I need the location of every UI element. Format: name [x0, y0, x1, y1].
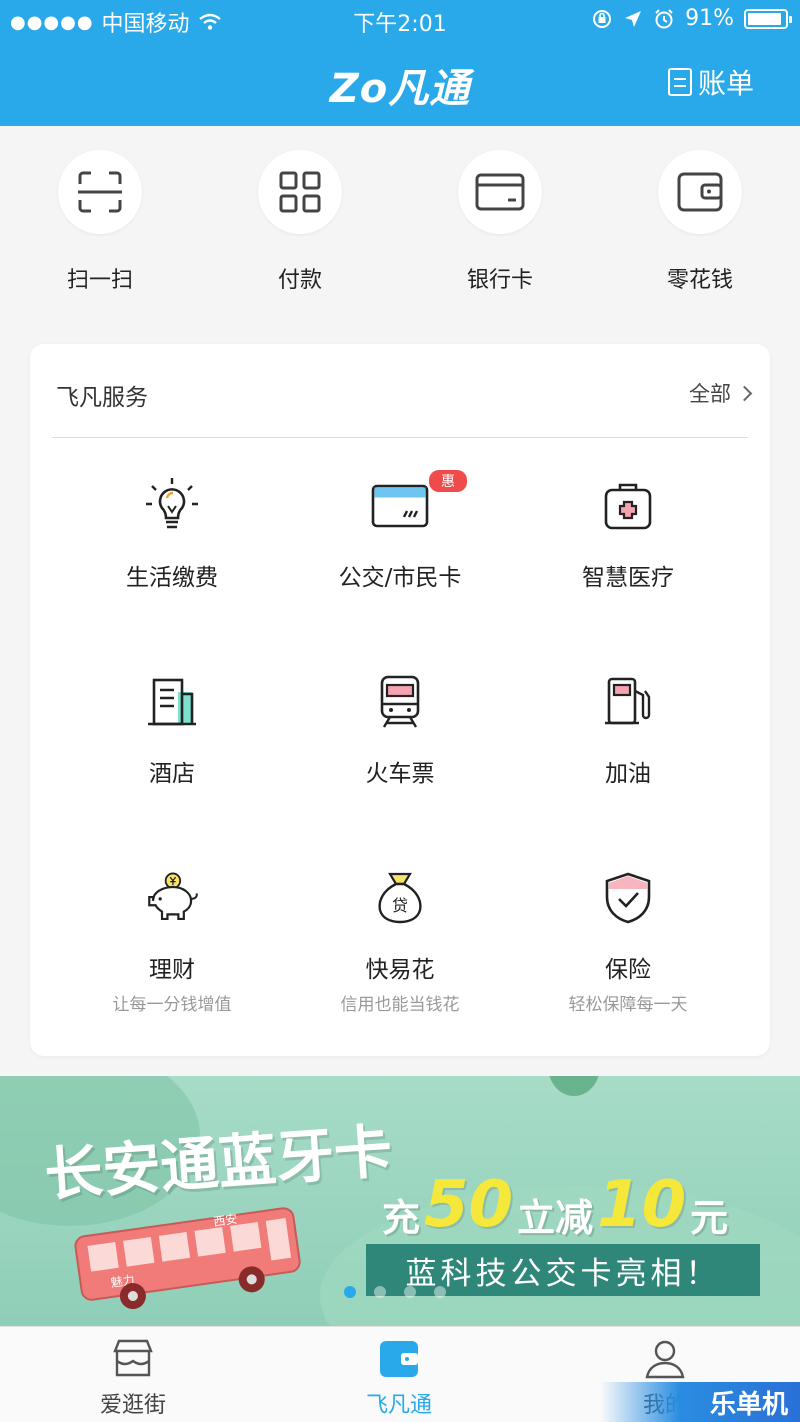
promo-banner[interactable]: 长安通蓝牙卡 充 50 立减 10 元 蓝科技公交卡亮相！ 魅力 西安 [0, 1076, 800, 1326]
quick-action-label: 零花钱 [666, 268, 733, 293]
banner-offer-number: 10 [597, 1168, 687, 1242]
status-bar: ●●●●● 中国移动 下午2:01 91% [0, 0, 800, 40]
services-all-label: 全部 [689, 382, 731, 406]
svg-text:贷: 贷 [392, 896, 408, 915]
service-life-payment[interactable]: 生活缴费 [58, 464, 286, 660]
promo-badge: 惠 [429, 470, 467, 492]
banner-pager[interactable] [344, 1286, 446, 1298]
service-name: 加油 [605, 761, 651, 787]
service-transit-card[interactable]: 惠 公交/市民卡 [286, 464, 514, 660]
service-hotel[interactable]: 酒店 [58, 660, 286, 856]
top-bar: ●●●●● 中国移动 下午2:01 91% Zo凡通 账单 [0, 0, 800, 126]
quick-action-pay[interactable]: 付款 [200, 150, 400, 300]
service-train-ticket[interactable]: 火车票 [286, 660, 514, 856]
banner-offer-text: 元 [690, 1196, 729, 1240]
bill-icon [667, 68, 692, 96]
banner-offer-text: 立减 [517, 1196, 594, 1240]
banner-offer: 充 50 立减 10 元 [382, 1168, 728, 1242]
tab-label: 爱逛街 [99, 1393, 166, 1418]
chevron-right-icon [736, 385, 753, 401]
tab-shop[interactable]: 爱逛街 [0, 1327, 266, 1422]
service-name: 保险 [605, 957, 651, 983]
services-card: 飞凡服务 全部 生活缴费 惠 公交/市民卡 智慧医疗 酒店 火车票 加油 理财 … [30, 344, 770, 1056]
service-name: 理财 [149, 957, 195, 983]
banner-offer-number: 50 [424, 1168, 514, 1242]
quick-actions: 扫一扫 付款 银行卡 零花钱 [0, 150, 800, 300]
service-wealth[interactable]: 理财 让每一分钱增值 [58, 856, 286, 1052]
loan-bag-icon: 贷 [370, 868, 430, 928]
location-icon [625, 10, 642, 27]
user-icon [645, 1340, 685, 1379]
service-name: 酒店 [149, 761, 195, 787]
quick-action-label: 银行卡 [466, 268, 533, 293]
shield-check-icon [598, 868, 658, 928]
banner-offer-text: 充 [382, 1196, 421, 1240]
tab-bar: 爱逛街 飞凡通 我的 乐单机 [0, 1326, 800, 1422]
wallet-icon [658, 150, 742, 234]
service-subtitle: 轻松保障每一天 [568, 995, 688, 1015]
bank-card-icon [458, 150, 542, 234]
alarm-icon [655, 8, 673, 28]
services-title: 飞凡服务 [56, 385, 148, 411]
services-grid: 生活缴费 惠 公交/市民卡 智慧医疗 酒店 火车票 加油 理财 让每一分钱增值 … [58, 464, 742, 1052]
service-insurance[interactable]: 保险 轻松保障每一天 [514, 856, 742, 1052]
pager-dot[interactable] [434, 1286, 446, 1298]
scan-icon [58, 150, 142, 234]
shop-icon [113, 1339, 153, 1377]
train-icon [370, 672, 430, 732]
service-name: 生活缴费 [126, 565, 218, 591]
service-name: 公交/市民卡 [338, 565, 462, 591]
bill-label: 账单 [697, 67, 754, 100]
quick-action-wallet[interactable]: 零花钱 [600, 150, 800, 300]
services-all-link[interactable]: 全部 [689, 378, 753, 408]
bill-button[interactable]: 账单 [667, 62, 754, 102]
hotel-icon [142, 672, 202, 732]
fuel-pump-icon [598, 672, 658, 732]
piggy-bank-icon [142, 868, 202, 928]
divider [52, 437, 748, 438]
banner-decoration [548, 1076, 600, 1096]
service-name: 智慧医疗 [582, 565, 674, 591]
tab-label: 飞凡通 [365, 1393, 432, 1418]
service-refuel[interactable]: 加油 [514, 660, 742, 856]
watermark: 乐单机 [600, 1382, 800, 1422]
service-name: 快易花 [365, 957, 435, 983]
service-credit[interactable]: 贷 快易花 信用也能当钱花 [286, 856, 514, 1052]
transit-card-icon [370, 476, 430, 536]
wallet-tab-icon [380, 1341, 418, 1377]
service-smart-medical[interactable]: 智慧医疗 [514, 464, 742, 660]
tab-feifantong[interactable]: 飞凡通 [266, 1327, 532, 1422]
pager-dot[interactable] [374, 1286, 386, 1298]
pager-dot[interactable] [344, 1286, 356, 1298]
quick-action-bank-card[interactable]: 银行卡 [400, 150, 600, 300]
battery-icon [744, 8, 792, 29]
payment-code-icon [258, 150, 342, 234]
rotation-lock-icon [593, 9, 612, 28]
lightbulb-icon [142, 476, 202, 536]
service-subtitle: 让每一分钱增值 [112, 995, 232, 1015]
quick-action-label: 扫一扫 [66, 268, 133, 293]
bus-illustration: 魅力 西安 [74, 1207, 301, 1310]
pager-dot[interactable] [404, 1286, 416, 1298]
battery-percent: 91% [685, 6, 734, 31]
quick-action-scan[interactable]: 扫一扫 [0, 150, 200, 300]
quick-action-label: 付款 [277, 268, 322, 293]
medical-kit-icon [598, 476, 658, 536]
service-name: 火车票 [365, 761, 435, 787]
service-subtitle: 信用也能当钱花 [340, 995, 460, 1015]
